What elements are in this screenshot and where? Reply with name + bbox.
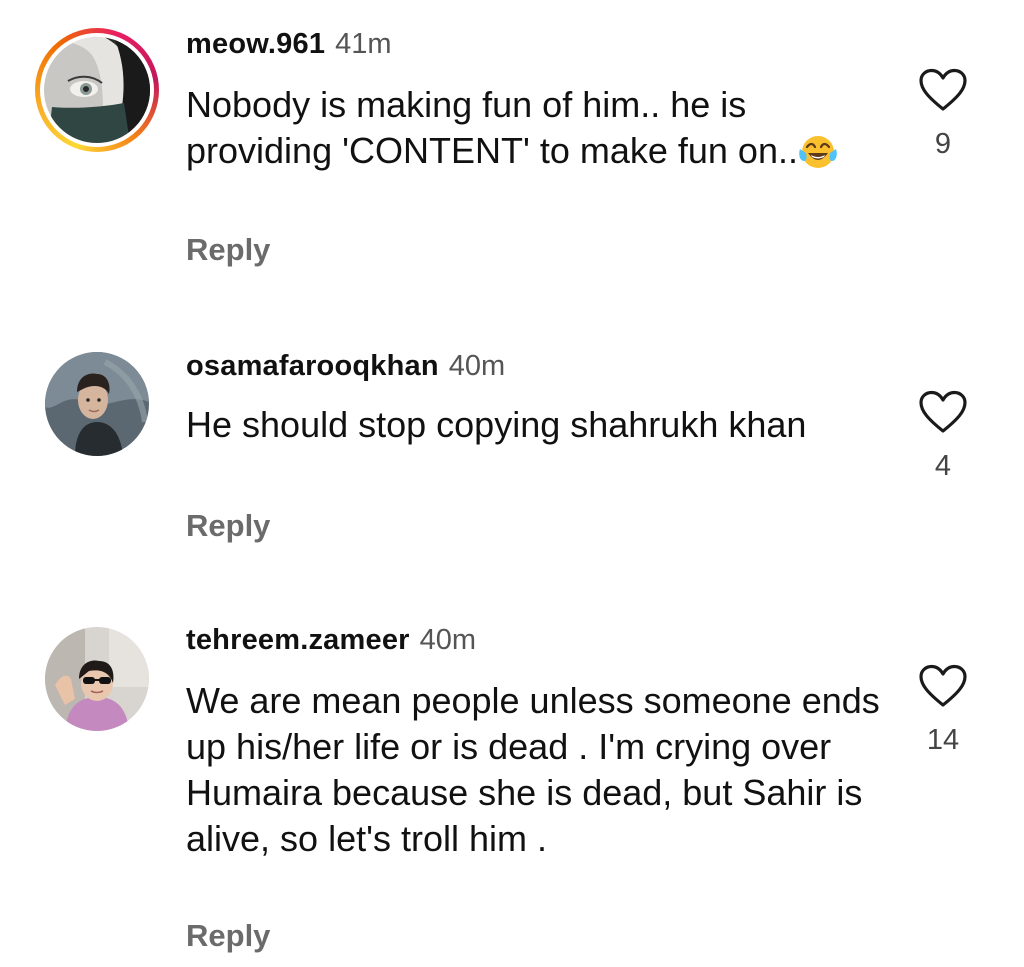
- story-ring[interactable]: [35, 28, 159, 152]
- like-count: 14: [926, 724, 960, 756]
- comment-meta: meow.961 41m: [186, 28, 392, 61]
- username[interactable]: meow.961: [186, 28, 325, 60]
- like-button[interactable]: [918, 664, 968, 708]
- comment-item: meow.961 41m Nobody is making fun of him.…: [0, 0, 1024, 300]
- avatar[interactable]: [45, 627, 149, 731]
- username[interactable]: tehreem.zameer: [186, 624, 410, 656]
- comment-text-container: Nobody is making fun of him.. he is prov…: [186, 82, 886, 174]
- comment-meta: tehreem.zameer 40m: [186, 624, 476, 657]
- comment-text: He should stop copying shahrukh khan: [186, 404, 807, 445]
- avatar[interactable]: [44, 37, 150, 143]
- comment-item: osamafarooqkhan 40m He should stop copyin…: [0, 300, 1024, 600]
- heart-outline-icon: [919, 68, 967, 111]
- comment-text: Nobody is making fun of him.. he is prov…: [186, 84, 798, 171]
- comment-meta: osamafarooqkhan 40m: [186, 350, 505, 383]
- avatar[interactable]: [45, 352, 149, 456]
- like-count: 4: [934, 450, 952, 482]
- reply-button[interactable]: Reply: [186, 918, 270, 954]
- like-button[interactable]: [918, 68, 968, 112]
- reply-button[interactable]: Reply: [186, 508, 270, 544]
- like-button[interactable]: [918, 390, 968, 434]
- timestamp: 40m: [448, 350, 506, 382]
- face-with-tears-of-joy-icon: [798, 131, 838, 171]
- reply-button[interactable]: Reply: [186, 232, 270, 268]
- heart-outline-icon: [919, 390, 967, 433]
- timestamp: 40m: [419, 624, 477, 656]
- timestamp: 41m: [335, 28, 392, 60]
- comment-item: tehreem.zameer 40m We are mean people unl…: [0, 600, 1024, 967]
- comment-text: We are mean people unless someone ends u…: [186, 680, 880, 859]
- heart-outline-icon: [919, 664, 967, 707]
- like-count: 9: [934, 128, 952, 160]
- username[interactable]: osamafarooqkhan: [186, 350, 439, 382]
